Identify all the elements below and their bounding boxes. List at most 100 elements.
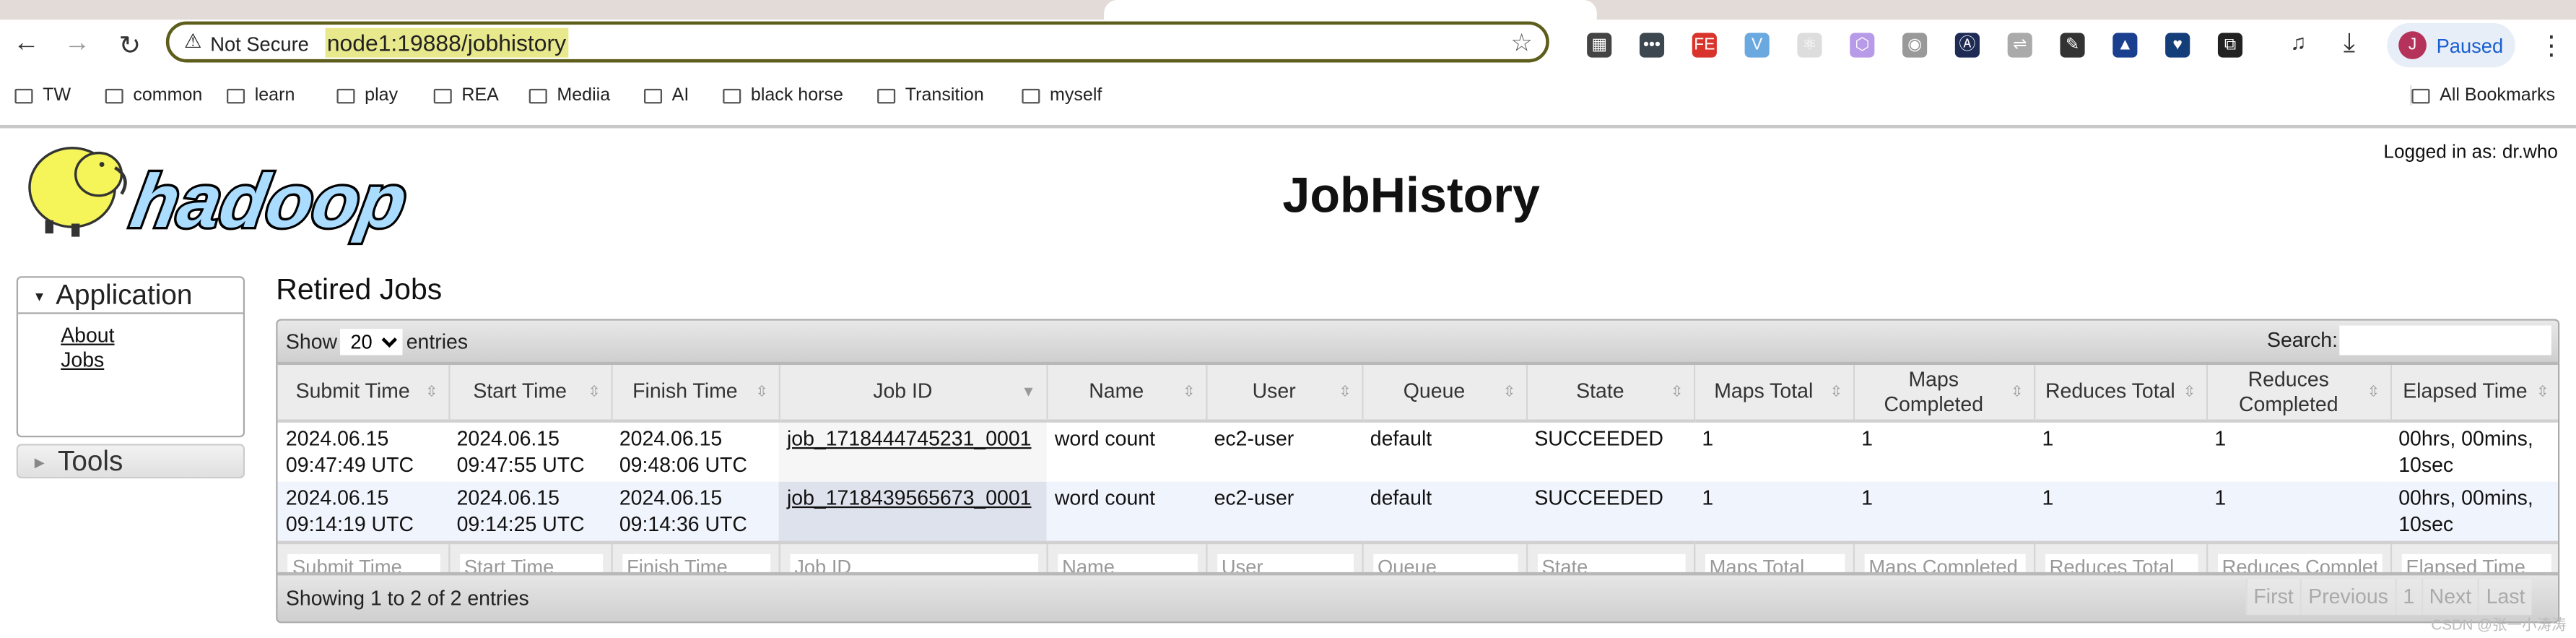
fe-extension-icon[interactable]: FE xyxy=(1692,33,1717,58)
bookmark-label: learn xyxy=(254,85,295,105)
column-header-label: Job ID xyxy=(873,379,933,403)
sidebar-tools[interactable]: ▶ Tools xyxy=(16,444,245,479)
jobs-table: Submit Time ⇳ Start Time ⇳ Finish Time ⇳ Job I… xyxy=(277,365,2558,604)
dots-extension-icon[interactable]: ••• xyxy=(1639,33,1665,58)
bookmark-item[interactable]: Transition xyxy=(877,85,984,105)
logged-in-user: Logged in as: dr.who xyxy=(2383,142,2558,163)
profile-button[interactable]: J Paused xyxy=(2387,22,2515,68)
menu-icon[interactable]: ⋮ xyxy=(2535,30,2568,63)
column-header[interactable]: User ⇳ xyxy=(1206,365,1363,423)
pager-last[interactable]: Last xyxy=(2478,578,2532,616)
pagination: First Previous 1 Next Last xyxy=(2245,578,2532,616)
column-header[interactable]: Elapsed Time ⇳ xyxy=(2390,365,2558,423)
column-header[interactable]: Job ID ▼ xyxy=(778,365,1048,423)
table-cell: 2024.06.15 09:14:25 UTC xyxy=(448,481,612,543)
table-row: 2024.06.15 09:47:49 UTC 2024.06.15 09:47:… xyxy=(277,421,2558,482)
bookmark-item[interactable]: black horse xyxy=(723,85,843,105)
address-bar[interactable]: ⚠ Not Secure node1:19888/jobhistory ☆ xyxy=(165,21,1549,63)
column-header-label: Maps Completed xyxy=(1884,367,1984,415)
heart-pin-icon[interactable]: ♥ xyxy=(2165,33,2190,58)
pager-first[interactable]: First xyxy=(2245,578,2300,616)
a-circle-icon[interactable]: Ⓐ xyxy=(1954,33,1980,58)
bookmark-label: AI xyxy=(671,85,689,105)
drop-icon[interactable]: ▲ xyxy=(2112,33,2138,58)
pager-previous[interactable]: Previous xyxy=(2299,578,2396,616)
column-header[interactable]: State ⇳ xyxy=(1526,365,1695,423)
bookmark-label: REA xyxy=(461,85,499,105)
table-cell: 00hrs, 00mins, 10sec xyxy=(2390,481,2558,543)
folder-icon xyxy=(723,87,741,103)
v-extension-icon[interactable]: V xyxy=(1744,33,1770,58)
application-header[interactable]: ▼ Application xyxy=(18,278,243,314)
bookmark-item[interactable]: REA xyxy=(433,85,499,105)
entries-select[interactable]: 20 xyxy=(340,329,404,355)
application-label: Application xyxy=(56,279,193,311)
forward-icon[interactable]: → xyxy=(61,30,94,59)
puzzle-icon[interactable]: ⧉ xyxy=(2217,33,2243,58)
column-header-label: Reduces Completed xyxy=(2238,367,2338,415)
sort-both-icon: ⇳ xyxy=(2536,383,2549,400)
url-text[interactable]: node1:19888/jobhistory xyxy=(325,27,568,58)
folder-icon xyxy=(336,87,355,103)
table-cell: 2024.06.15 09:47:55 UTC xyxy=(448,421,612,482)
avatar: J xyxy=(2398,31,2427,59)
sort-both-icon: ⇳ xyxy=(2183,383,2196,400)
sidebar-link-about[interactable]: About xyxy=(61,324,243,348)
bookmark-item[interactable]: play xyxy=(336,85,398,105)
job-id-link[interactable]: job_1718444745231_0001 xyxy=(787,428,1032,451)
link-icon[interactable]: ⇌ xyxy=(2007,33,2032,58)
sidebar-application: ▼ Application About Jobs xyxy=(16,276,245,438)
sidebar-link-jobs[interactable]: Jobs xyxy=(61,348,243,373)
all-bookmarks[interactable]: All Bookmarks xyxy=(2410,85,2555,105)
table-footer: Showing 1 to 2 of 2 entries First Previou… xyxy=(277,572,2558,622)
table-cell: 2024.06.15 09:47:49 UTC xyxy=(277,421,449,482)
watermark: CSDN @张一小涛涛 xyxy=(2431,616,2567,634)
qr-code-icon[interactable]: ▦ xyxy=(1587,33,1612,58)
bookmark-star-icon[interactable]: ☆ xyxy=(1510,28,1533,58)
job-id-link[interactable]: job_1718439565673_0001 xyxy=(787,487,1032,510)
media-queue-icon[interactable]: ♫ xyxy=(2282,30,2315,54)
hex-extension-icon[interactable]: ⬡ xyxy=(1850,33,1875,58)
column-header[interactable]: Reduces Completed ⇳ xyxy=(2206,365,2391,423)
active-tab[interactable] xyxy=(1104,0,1597,20)
column-header-label: Queue xyxy=(1403,379,1466,403)
bookmark-item[interactable]: common xyxy=(105,85,202,105)
page-title: JobHistory xyxy=(1282,169,1540,224)
download-icon[interactable]: ⤓ xyxy=(2333,30,2366,59)
table-cell: 2024.06.15 09:14:36 UTC xyxy=(611,481,779,543)
sort-both-icon: ⇳ xyxy=(1829,383,1842,400)
bookmark-item[interactable]: myself xyxy=(1022,85,1102,105)
column-header[interactable]: Submit Time ⇳ xyxy=(277,365,450,423)
reload-icon[interactable]: ↻ xyxy=(113,30,147,63)
pin-icon[interactable]: ✎ xyxy=(2060,33,2085,58)
pager-1[interactable]: 1 xyxy=(2395,578,2421,616)
bookmark-label: Mediia xyxy=(557,85,611,105)
column-header-label: User xyxy=(1252,379,1296,403)
sort-both-icon: ⇳ xyxy=(1183,383,1196,400)
bookmark-item[interactable]: Mediia xyxy=(528,85,611,105)
bookmark-item[interactable]: learn xyxy=(227,85,295,105)
column-header[interactable]: Queue ⇳ xyxy=(1362,365,1528,423)
react-extension-icon[interactable]: ⚛ xyxy=(1797,33,1822,58)
column-header-label: Start Time xyxy=(473,379,567,403)
column-header[interactable]: Maps Completed ⇳ xyxy=(1853,365,2035,423)
search-input[interactable] xyxy=(2339,325,2551,355)
bookmark-item[interactable]: AI xyxy=(643,85,689,105)
sort-desc-icon: ▼ xyxy=(1021,383,1036,400)
column-header[interactable]: Maps Total ⇳ xyxy=(1694,365,1854,423)
column-header[interactable]: Start Time ⇳ xyxy=(448,365,612,423)
table-cell: default xyxy=(1362,421,1526,482)
pager-next[interactable]: Next xyxy=(2421,578,2479,616)
table-cell: 1 xyxy=(1853,481,2035,543)
bookmark-label: black horse xyxy=(750,85,843,105)
warning-icon[interactable]: ⚠ xyxy=(184,30,201,53)
camera-icon[interactable]: ◉ xyxy=(1902,33,1928,58)
column-header[interactable]: Finish Time ⇳ xyxy=(611,365,780,423)
column-header-label: State xyxy=(1576,379,1624,403)
column-header[interactable]: Reduces Total ⇳ xyxy=(2034,365,2208,423)
back-icon[interactable]: ← xyxy=(10,30,43,59)
table-cell: ec2-user xyxy=(1206,421,1362,482)
security-label[interactable]: Not Secure xyxy=(210,33,309,56)
bookmark-item[interactable]: TW xyxy=(14,85,71,105)
column-header[interactable]: Name ⇳ xyxy=(1046,365,1207,423)
